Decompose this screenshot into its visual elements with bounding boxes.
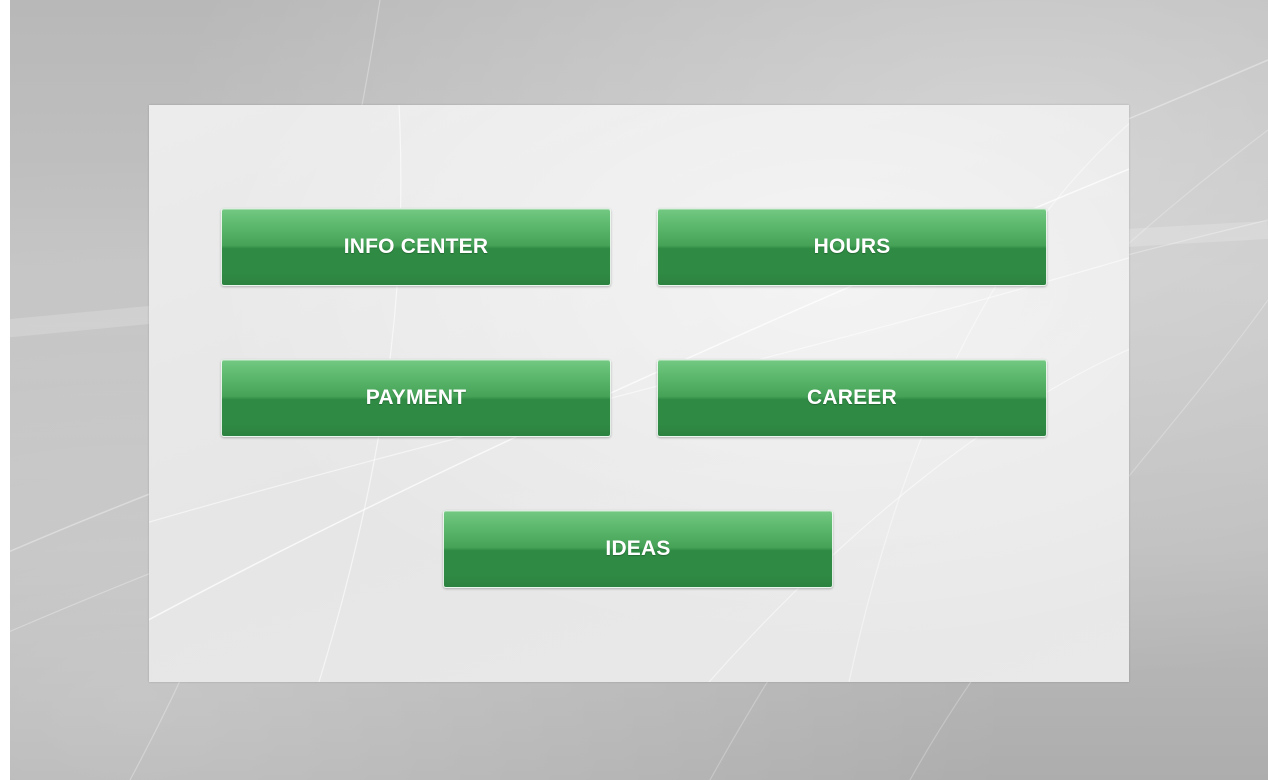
payment-button-label: PAYMENT <box>365 386 467 409</box>
hours-button-label: HOURS <box>813 235 891 258</box>
kiosk-screen: INFO CENTER HOURS PAYMENT CAREER IDEAS <box>10 0 1268 780</box>
ideas-button-label: IDEAS <box>605 537 671 560</box>
career-button-label: CAREER <box>807 386 897 409</box>
hours-button[interactable]: HOURS <box>657 208 1047 286</box>
info-center-button-label: INFO CENTER <box>343 235 489 258</box>
ideas-button[interactable]: IDEAS <box>443 510 833 588</box>
info-center-button[interactable]: INFO CENTER <box>221 208 611 286</box>
payment-button[interactable]: PAYMENT <box>221 359 611 437</box>
career-button[interactable]: CAREER <box>657 359 1047 437</box>
menu-panel: INFO CENTER HOURS PAYMENT CAREER IDEAS <box>149 105 1129 682</box>
